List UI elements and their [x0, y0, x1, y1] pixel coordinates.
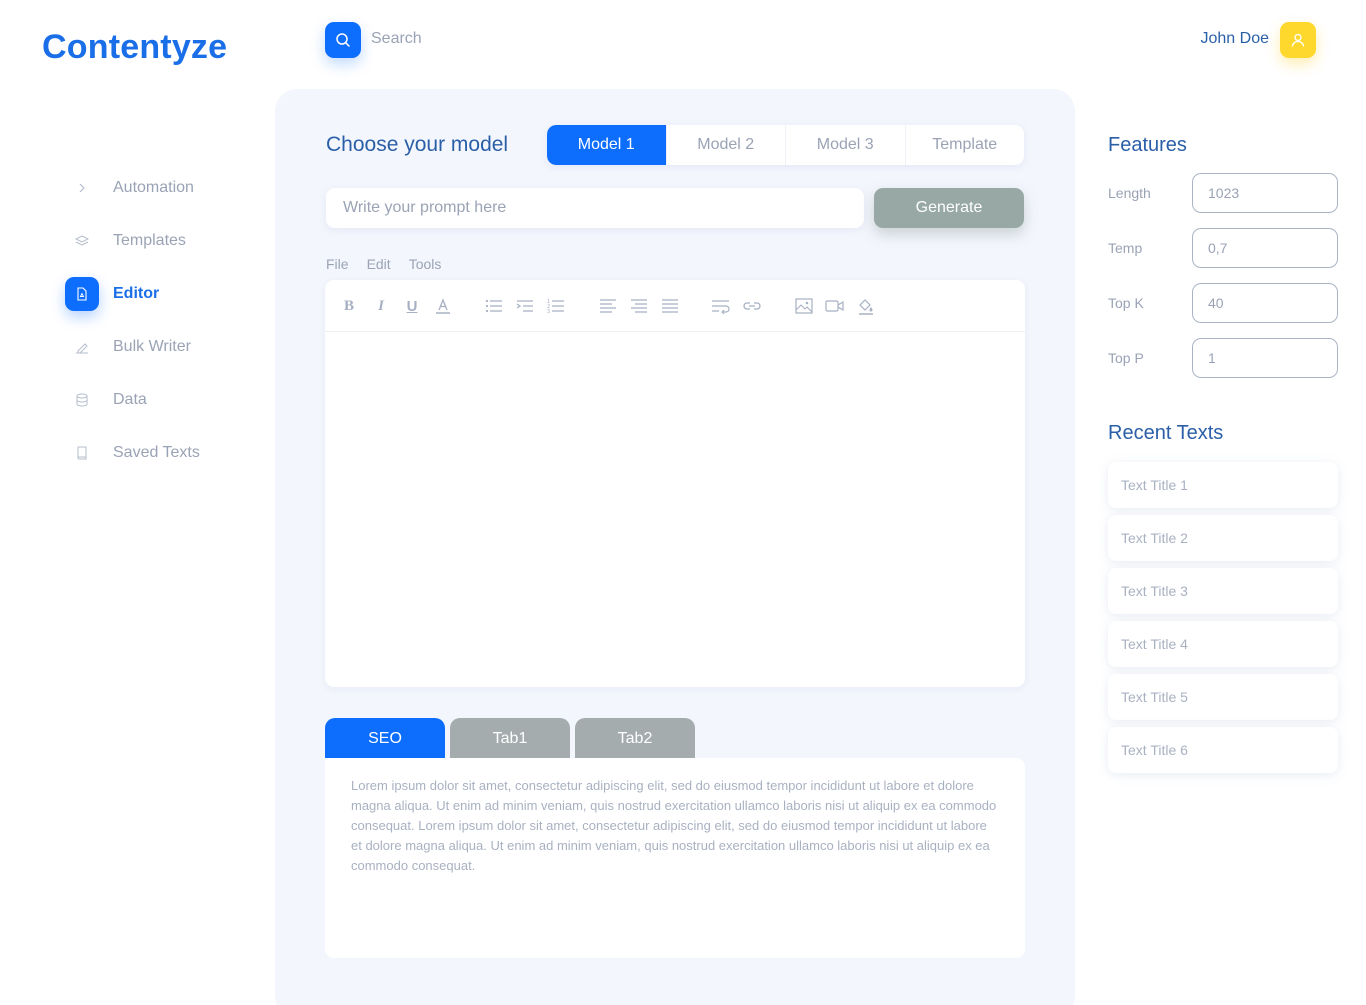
- video-icon[interactable]: [824, 296, 846, 316]
- prompt-input[interactable]: [326, 188, 864, 228]
- temp-label: Temp: [1108, 240, 1143, 256]
- editor-panel: Choose your model Model 1 Model 2 Model …: [275, 89, 1075, 1005]
- database-icon: [65, 383, 99, 417]
- recent-texts-title: Recent Texts: [1108, 422, 1224, 444]
- sidebar-item-editor[interactable]: Editor: [65, 276, 265, 312]
- sidebar-item-automation[interactable]: Automation: [65, 170, 265, 206]
- length-field[interactable]: [1192, 173, 1338, 213]
- recent-text-item[interactable]: Text Title 4: [1108, 621, 1338, 667]
- link-icon[interactable]: [741, 296, 763, 316]
- layers-icon: [65, 224, 99, 258]
- search-input[interactable]: [371, 27, 671, 51]
- sidebar-item-data[interactable]: Data: [65, 382, 265, 418]
- sidebar-item-saved-texts[interactable]: Saved Texts: [65, 435, 265, 471]
- text-wrap-icon[interactable]: [710, 296, 732, 316]
- user-icon: [1291, 33, 1305, 47]
- bullet-list-icon[interactable]: [483, 296, 505, 316]
- rich-text-editor: B I U 123: [325, 280, 1025, 687]
- tab-tab2[interactable]: Tab2: [575, 718, 695, 760]
- sidebar-item-label: Editor: [113, 285, 160, 302]
- model-tabs: Model 1 Model 2 Model 3 Template: [547, 125, 1024, 165]
- avatar[interactable]: [1280, 22, 1316, 58]
- book-icon: [65, 436, 99, 470]
- temp-field[interactable]: [1192, 228, 1338, 268]
- features-title: Features: [1108, 134, 1187, 156]
- sidebar-item-templates[interactable]: Templates: [65, 223, 265, 259]
- tab-tab1[interactable]: Tab1: [450, 718, 570, 760]
- recent-text-item[interactable]: Text Title 6: [1108, 727, 1338, 773]
- bold-icon[interactable]: B: [338, 296, 360, 316]
- editor-toolbar: B I U 123: [325, 280, 1025, 332]
- chevron-right-icon: [65, 171, 99, 205]
- top-k-field[interactable]: [1192, 283, 1338, 323]
- sidebar-item-bulk-writer[interactable]: Bulk Writer: [65, 329, 265, 365]
- tab-model-2[interactable]: Model 2: [667, 125, 786, 165]
- sidebar-item-label: Data: [113, 391, 147, 408]
- document-icon: [65, 277, 99, 311]
- tab-template[interactable]: Template: [906, 125, 1025, 165]
- italic-icon[interactable]: I: [370, 296, 392, 316]
- indent-list-icon[interactable]: [514, 296, 536, 316]
- recent-text-item[interactable]: Text Title 3: [1108, 568, 1338, 614]
- seo-text-panel: Lorem ipsum dolor sit amet, consectetur …: [325, 758, 1025, 958]
- sidebar-item-label: Bulk Writer: [113, 338, 191, 355]
- brand-logo: Contentyze: [42, 28, 228, 66]
- image-icon[interactable]: [793, 296, 815, 316]
- numbered-list-icon[interactable]: 123: [545, 296, 567, 316]
- recent-text-item[interactable]: Text Title 1: [1108, 462, 1338, 508]
- menu-edit[interactable]: Edit: [367, 256, 391, 272]
- top-p-field[interactable]: [1192, 338, 1338, 378]
- underline-icon[interactable]: U: [401, 296, 423, 316]
- top-p-label: Top P: [1108, 350, 1144, 366]
- font-color-icon[interactable]: [432, 296, 454, 316]
- choose-model-title: Choose your model: [326, 133, 509, 156]
- pen-icon: [65, 330, 99, 364]
- menu-file[interactable]: File: [326, 256, 349, 272]
- editor-content-area[interactable]: [325, 333, 1025, 687]
- align-right-icon[interactable]: [628, 296, 650, 316]
- menu-tools[interactable]: Tools: [409, 256, 442, 272]
- align-left-icon[interactable]: [597, 296, 619, 316]
- user-name[interactable]: John Doe: [1201, 30, 1270, 48]
- sidebar-item-label: Saved Texts: [113, 444, 200, 461]
- sidebar-item-label: Automation: [113, 179, 194, 196]
- tab-model-1[interactable]: Model 1: [547, 125, 667, 165]
- recent-text-item[interactable]: Text Title 5: [1108, 674, 1338, 720]
- generate-button[interactable]: Generate: [874, 188, 1024, 228]
- search-button[interactable]: [325, 22, 361, 58]
- search-icon: [336, 33, 350, 47]
- tab-seo[interactable]: SEO: [325, 718, 445, 760]
- align-justify-icon[interactable]: [659, 296, 681, 316]
- editor-menu: File Edit Tools: [326, 256, 459, 272]
- fill-color-icon[interactable]: [855, 296, 877, 316]
- top-k-label: Top K: [1108, 295, 1144, 311]
- tab-model-3[interactable]: Model 3: [786, 125, 906, 165]
- length-label: Length: [1108, 185, 1151, 201]
- sidebar-item-label: Templates: [113, 232, 186, 249]
- recent-text-item[interactable]: Text Title 2: [1108, 515, 1338, 561]
- svg-text:3: 3: [547, 309, 550, 314]
